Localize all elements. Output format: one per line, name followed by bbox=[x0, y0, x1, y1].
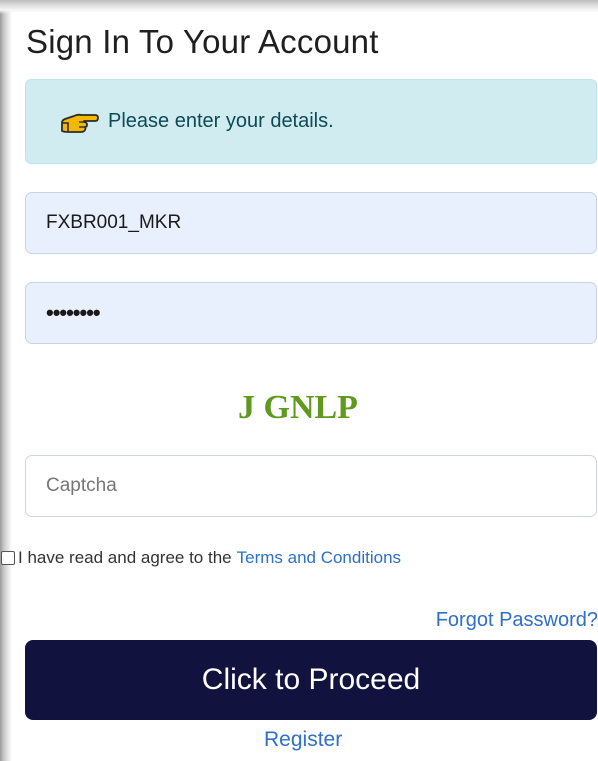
register-container: Register bbox=[264, 728, 342, 752]
username-input[interactable] bbox=[25, 192, 597, 254]
password-input[interactable] bbox=[25, 282, 597, 344]
forgot-password-link[interactable]: Forgot Password? bbox=[436, 609, 598, 632]
terms-link[interactable]: Terms and Conditions bbox=[237, 548, 401, 568]
captcha-text: J GNLP bbox=[238, 389, 358, 426]
pointing-hand-icon bbox=[61, 113, 99, 133]
agree-checkbox[interactable] bbox=[1, 551, 15, 565]
captcha-image: J GNLP bbox=[238, 389, 358, 426]
proceed-button[interactable]: Click to Proceed bbox=[25, 640, 597, 720]
info-alert: Please enter your details. bbox=[25, 79, 597, 164]
captcha-input[interactable] bbox=[25, 455, 597, 517]
agree-label: I have read and agree to the bbox=[18, 548, 232, 567]
page-title: Sign In To Your Account bbox=[26, 23, 379, 60]
register-link[interactable]: Register bbox=[264, 728, 342, 751]
alert-message: Please enter your details. bbox=[108, 110, 334, 132]
terms-agreement-row: I have read and agree to the Terms and C… bbox=[0, 546, 401, 570]
